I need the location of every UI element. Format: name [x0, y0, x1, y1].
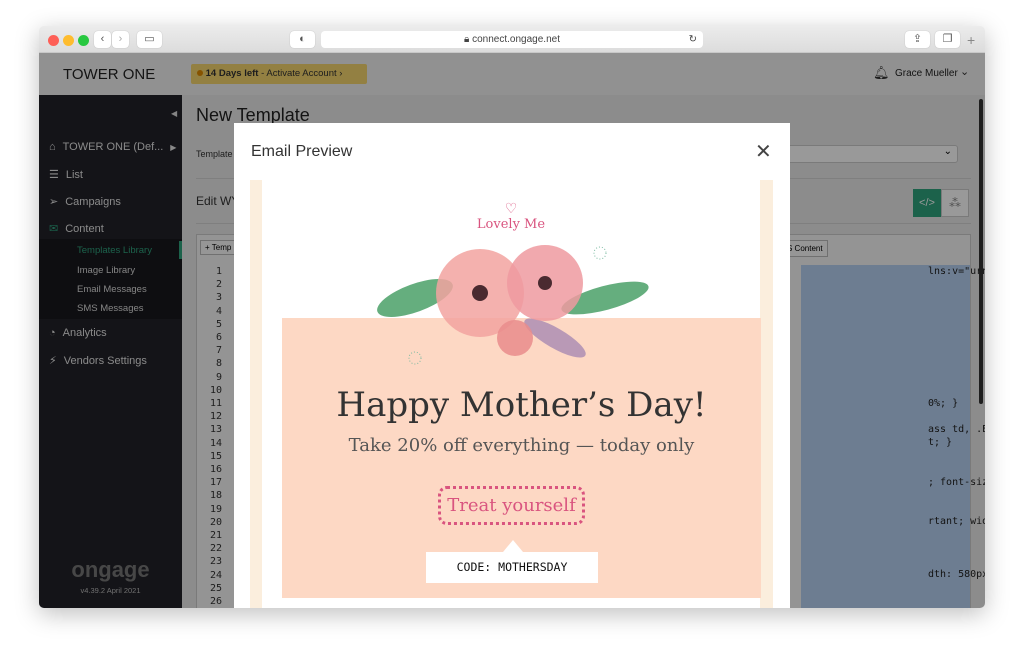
browser-titlebar: ‹ › ▭ ◐ 🔒︎ connect.ongage.net ↻ ⇪ ❐ + — [39, 26, 985, 53]
promo-code: CODE: MOTHERSDAY — [426, 552, 598, 583]
flower-illustration — [377, 245, 649, 365]
new-tab-icon[interactable]: + — [967, 32, 975, 48]
code-pointer — [503, 540, 523, 552]
forward-icon[interactable]: › — [112, 31, 129, 48]
maximize-window-button[interactable] — [78, 35, 89, 46]
sidebar-toggle-icon[interactable]: ▭ — [137, 31, 162, 48]
treat-yourself-button[interactable]: Treat yourself — [438, 486, 585, 525]
modal-title: Email Preview — [251, 143, 353, 160]
brand-logo: Lovely Me — [476, 217, 546, 232]
tabs-icon[interactable]: ❐ — [935, 31, 960, 48]
close-window-button[interactable] — [48, 35, 59, 46]
share-icon[interactable]: ⇪ — [905, 31, 930, 48]
lock-icon: 🔒︎ — [464, 34, 473, 45]
heart-icon: ♡ — [504, 200, 518, 216]
privacy-shield-icon[interactable]: ◐ — [290, 31, 315, 48]
back-icon[interactable]: ‹ — [94, 31, 111, 48]
email-headline: Happy Mother’s Day! — [336, 385, 707, 425]
address-bar[interactable]: 🔒︎ connect.ongage.net ↻ — [321, 31, 703, 48]
email-preview-modal: Email Preview ✕ ♡ Lovely Me Happy Mother… — [234, 123, 790, 608]
email-body: ♡ Lovely Me Happy Mother’s Day! Take 20%… — [262, 180, 761, 608]
minimize-window-button[interactable] — [63, 35, 74, 46]
reload-icon[interactable]: ↻ — [689, 31, 697, 48]
close-icon[interactable]: ✕ — [755, 139, 772, 164]
email-subhead: Take 20% off everything — today only — [348, 435, 695, 456]
email-frame: ♡ Lovely Me Happy Mother’s Day! Take 20%… — [250, 180, 773, 608]
